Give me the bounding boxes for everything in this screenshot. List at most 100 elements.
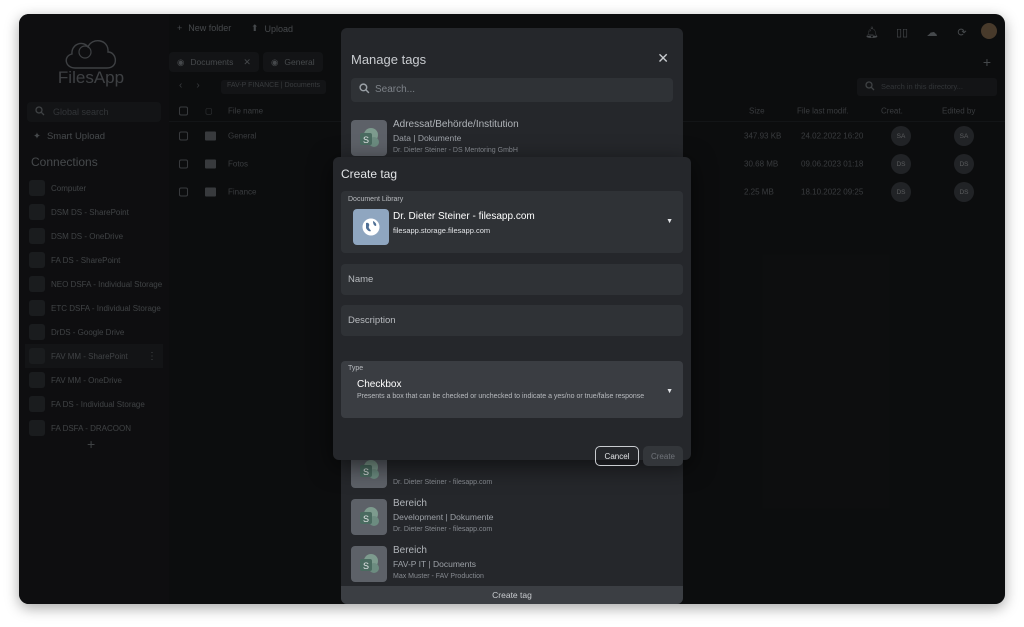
upload-label: Upload <box>264 23 294 34</box>
sharepoint-icon: S <box>351 120 387 156</box>
file-name: Fotos <box>228 159 249 169</box>
tag-name: Bereich <box>393 498 427 509</box>
plus-icon: + <box>177 23 183 33</box>
connection-item[interactable]: Computer <box>29 176 169 200</box>
col-size[interactable]: Size <box>749 106 765 115</box>
add-connection-button[interactable]: + <box>87 436 95 452</box>
new-folder-button[interactable]: + New folder <box>177 23 231 33</box>
connection-item[interactable]: NEO DSFA - Individual Storage <box>29 272 169 296</box>
upload-button[interactable]: ⬆ Upload <box>251 23 293 34</box>
manage-tags-title: Manage tags <box>351 52 427 67</box>
dropdown-caret-icon: ▼ <box>666 388 673 395</box>
tag-list-item[interactable]: S Bereich FAV-P IT | Documents Max Muste… <box>351 542 673 588</box>
refresh-icon[interactable]: ⟳ <box>951 23 973 41</box>
row-checkbox[interactable] <box>179 187 188 197</box>
col-edited[interactable]: Edited by <box>942 106 975 115</box>
computer-icon <box>29 180 45 196</box>
library-host: filesapp.storage.filesapp.com <box>393 226 491 235</box>
connection-label: FAV MM - OneDrive <box>51 375 122 385</box>
search-icon <box>35 106 45 118</box>
connection-item-active[interactable]: FAV MM - SharePoint ⋮ <box>25 344 163 368</box>
col-created[interactable]: Creat. <box>881 106 903 115</box>
directory-search-placeholder: Search in this directory... <box>881 82 963 91</box>
tag-search-input[interactable]: Search... <box>351 78 673 102</box>
directory-search-input[interactable]: Search in this directory... <box>857 78 997 96</box>
create-tag-button[interactable]: Create tag <box>341 586 683 604</box>
connection-item[interactable]: FA DSFA - DRACOON <box>29 416 169 440</box>
connection-item[interactable]: ETC DSFA - Individual Storage <box>29 296 169 320</box>
tag-library: FAV-P IT | Documents <box>393 559 476 569</box>
globe-icon <box>353 209 389 245</box>
search-icon <box>865 81 875 93</box>
document-library-select[interactable]: Document Library Dr. Dieter Steiner - fi… <box>341 191 683 253</box>
more-options-icon[interactable]: ⋮ <box>147 351 157 362</box>
document-library-label: Document Library <box>348 196 404 203</box>
connection-item[interactable]: DSM DS - OneDrive <box>29 224 169 248</box>
sharepoint-icon: ◉ <box>270 56 279 67</box>
connection-item[interactable]: DSM DS - SharePoint <box>29 200 169 224</box>
breadcrumb[interactable]: FAV-P FINANCE | Documents <box>221 80 326 94</box>
file-modified: 09.06.2023 01:18 <box>801 159 864 169</box>
folder-icon <box>205 131 216 141</box>
split-view-icon[interactable]: ▯▯ <box>891 23 913 41</box>
app-logo: FilesApp <box>51 34 131 94</box>
new-tab-button[interactable]: + <box>983 54 991 70</box>
sharepoint-icon: ◉ <box>177 56 185 67</box>
type-description: Presents a box that can be checked or un… <box>357 393 645 400</box>
col-modified[interactable]: File last modif. <box>797 106 849 115</box>
description-field[interactable]: Description <box>341 305 683 336</box>
type-select[interactable]: Type Checkbox Presents a box that can be… <box>341 361 683 418</box>
select-all-checkbox[interactable] <box>179 106 188 115</box>
file-modified: 24.02.2022 16:20 <box>801 131 864 141</box>
cloud-icon[interactable]: ☁ <box>921 23 943 41</box>
create-tag-dialog: Create tag Document Library Dr. Dieter S… <box>333 157 691 466</box>
tag-list-item[interactable]: S Adressat/Behörde/Institution Data | Do… <box>351 116 673 162</box>
library-name: Dr. Dieter Steiner - filesapp.com <box>393 211 535 222</box>
google-drive-icon <box>29 324 45 340</box>
file-size: 347.93 KB <box>744 131 782 141</box>
tab-documents[interactable]: ◉ Documents ✕ <box>169 52 259 72</box>
avatar: DS <box>954 154 974 174</box>
create-tag-title: Create tag <box>341 167 398 181</box>
col-name[interactable]: File name <box>228 106 263 115</box>
row-checkbox[interactable] <box>179 159 188 169</box>
connection-label: DrDS - Google Drive <box>51 327 125 337</box>
tab-general[interactable]: ◉ General <box>262 52 323 72</box>
connection-item[interactable]: FA DS - SharePoint <box>29 248 169 272</box>
tag-owner: Max Muster - FAV Production <box>393 573 484 580</box>
smart-upload-button[interactable]: ✦ Smart Upload <box>33 131 105 142</box>
connection-item[interactable]: FAV MM - OneDrive <box>29 368 169 392</box>
nav-arrows-icon[interactable]: ‹› <box>179 80 214 91</box>
connection-label: FA DSFA - DRACOON <box>51 423 132 433</box>
storage-icon <box>29 396 45 412</box>
type-value: Checkbox <box>357 379 402 390</box>
row-checkbox[interactable] <box>179 131 188 141</box>
sidebar: FilesApp Global search ✦ Smart Upload Co… <box>19 14 169 604</box>
avatar: SA <box>891 126 911 146</box>
avatar: DS <box>891 154 911 174</box>
file-size: 30.68 MB <box>744 159 779 169</box>
tag-search-placeholder: Search... <box>375 84 416 95</box>
tab-bar: ◉ Documents ✕ ◉ General <box>169 52 323 74</box>
user-avatar[interactable] <box>981 23 997 39</box>
file-size: 2.25 MB <box>744 187 774 197</box>
tag-owner: Dr. Dieter Steiner - filesapp.com <box>393 526 493 533</box>
tag-library: Data | Dokumente <box>393 133 462 143</box>
create-button[interactable]: Create <box>643 446 683 466</box>
name-field[interactable]: Name <box>341 264 683 295</box>
bell-icon[interactable]: 🔔︎ <box>861 23 883 41</box>
file-name: Finance <box>228 187 257 197</box>
connection-item[interactable]: FA DS - Individual Storage <box>29 392 169 416</box>
close-icon[interactable]: ✕ <box>243 57 251 68</box>
connection-label: FA DS - SharePoint <box>51 255 121 265</box>
onedrive-icon <box>29 228 45 244</box>
connection-label: Computer <box>51 183 87 193</box>
tab-label: General <box>284 57 315 67</box>
cancel-button[interactable]: Cancel <box>595 446 639 466</box>
close-icon[interactable]: ✕ <box>657 50 669 67</box>
tag-list-item[interactable]: S Bereich Development | Dokumente Dr. Di… <box>351 495 673 541</box>
tag-library: Development | Dokumente <box>393 512 494 522</box>
global-search-input[interactable]: Global search <box>27 102 161 122</box>
connection-item[interactable]: DrDS - Google Drive <box>29 320 169 344</box>
storage-icon <box>29 276 45 292</box>
